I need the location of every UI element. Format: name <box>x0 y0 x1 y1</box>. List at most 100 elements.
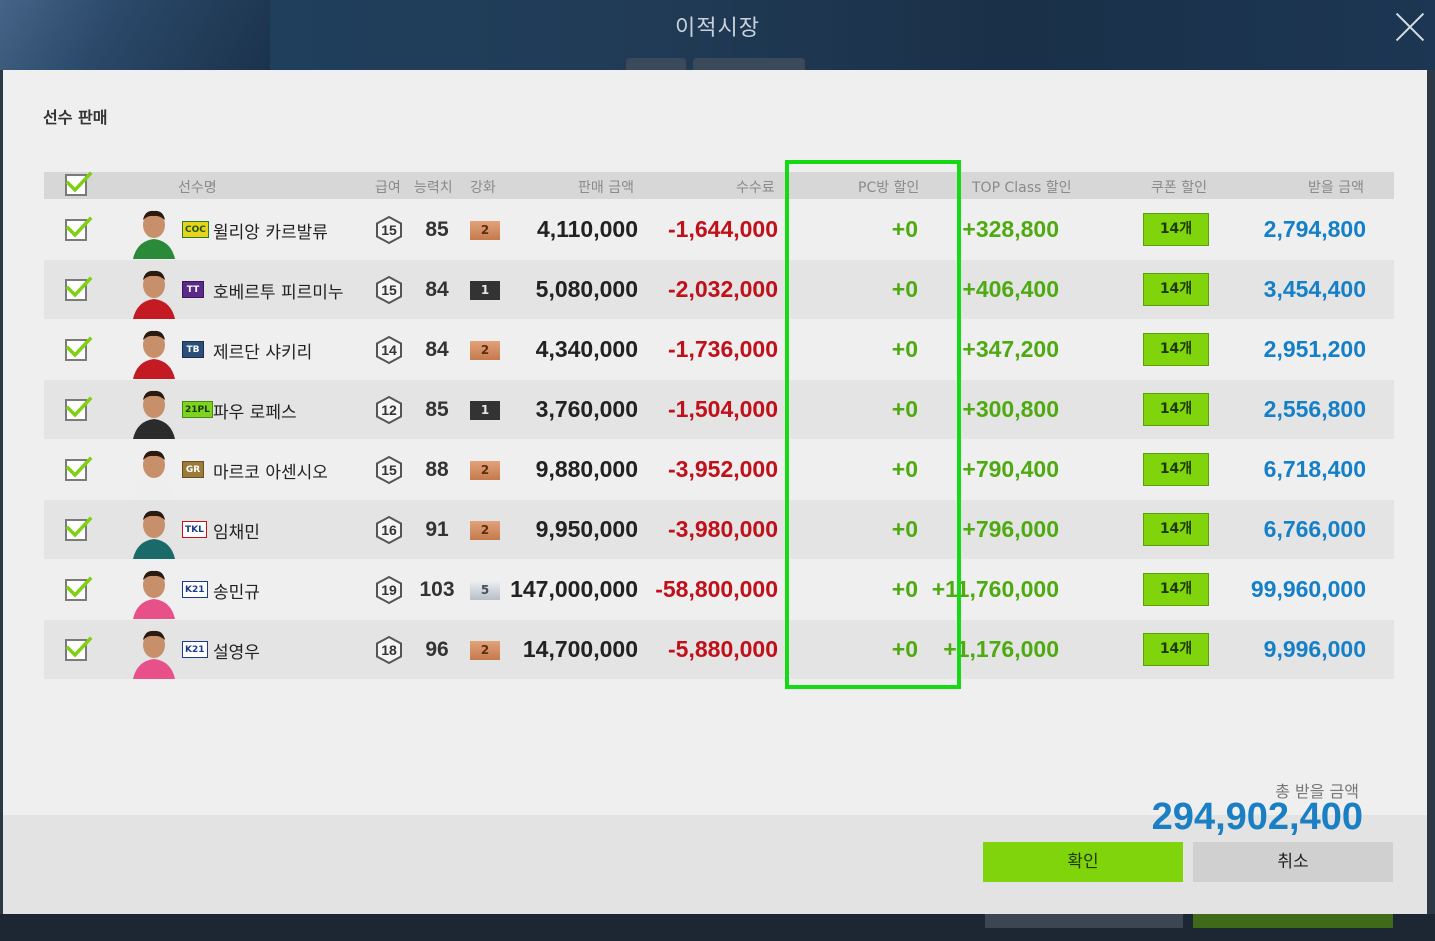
cancel-button[interactable]: 취소 <box>1193 842 1393 882</box>
salary-hex: 15 <box>375 275 403 305</box>
col-ovr: 능력치 <box>414 180 453 196</box>
table-row[interactable]: TT 호베르투 피르미누 15 84 1 5,080,000 -2,032,00… <box>44 260 1394 319</box>
check-icon <box>65 516 93 538</box>
fee-value: -3,980,000 <box>668 516 778 542</box>
fee-value: -5,880,000 <box>668 636 778 662</box>
ovr-value: 91 <box>425 518 449 541</box>
coupon-button[interactable]: 14개 <box>1143 393 1209 426</box>
coupon-button[interactable]: 14개 <box>1143 453 1209 486</box>
receive-value: 9,996,000 <box>1263 636 1366 662</box>
salary-value: 12 <box>381 402 397 418</box>
check-icon <box>65 636 93 658</box>
background-tab <box>693 58 805 70</box>
top-discount-value: +328,800 <box>962 216 1059 242</box>
salary-hex: 15 <box>375 455 403 485</box>
fee-value: -2,032,000 <box>668 276 778 302</box>
row-checkbox[interactable] <box>65 576 93 601</box>
sell-price: 147,000,000 <box>510 576 638 602</box>
ovr-value: 103 <box>419 578 455 601</box>
season-badge: TKL <box>182 521 207 538</box>
salary-hex: 14 <box>375 335 403 365</box>
ovr-value: 96 <box>425 638 449 661</box>
receive-value: 99,960,000 <box>1250 576 1366 602</box>
player-avatar <box>129 325 179 379</box>
row-checkbox[interactable] <box>65 336 93 361</box>
salary-value: 15 <box>381 282 397 298</box>
col-sell-price: 판매 금액 <box>578 180 634 196</box>
salary-hex: 15 <box>375 215 403 245</box>
player-name[interactable]: 윌리앙 카르발류 <box>213 218 328 243</box>
table-row[interactable]: K21 설영우 18 96 2 14,700,000 -5,880,000 +0… <box>44 620 1394 679</box>
salary-value: 16 <box>381 522 397 538</box>
player-name[interactable]: 설영우 <box>213 638 260 663</box>
season-badge: 21PL <box>182 401 213 418</box>
fee-value: -1,644,000 <box>668 216 778 242</box>
table-row[interactable]: GR 마르코 아센시오 15 88 2 9,880,000 -3,952,000… <box>44 440 1394 499</box>
ovr-value: 88 <box>425 458 449 481</box>
player-name[interactable]: 임채민 <box>213 518 260 543</box>
check-icon <box>65 456 93 478</box>
ovr-value: 84 <box>425 338 449 361</box>
row-checkbox[interactable] <box>65 516 93 541</box>
check-icon <box>65 216 93 238</box>
row-checkbox[interactable] <box>65 456 93 481</box>
player-avatar <box>129 505 179 559</box>
coupon-button[interactable]: 14개 <box>1143 333 1209 366</box>
background-button <box>985 914 1183 928</box>
player-name[interactable]: 송민규 <box>213 578 260 603</box>
coupon-button[interactable]: 14개 <box>1143 633 1209 666</box>
sell-price: 4,340,000 <box>535 336 638 362</box>
table-row[interactable]: TB 제르단 샤키리 14 84 2 4,340,000 -1,736,000 … <box>44 320 1394 379</box>
season-badge: TT <box>182 281 204 298</box>
top-discount-value: +796,000 <box>962 516 1059 542</box>
row-checkbox[interactable] <box>65 396 93 421</box>
salary-hex: 18 <box>375 635 403 665</box>
check-icon <box>65 336 93 358</box>
salary-hex: 19 <box>375 575 403 605</box>
player-avatar <box>129 565 179 619</box>
col-coupon-discount: 쿠폰 할인 <box>1151 180 1207 196</box>
enhance-badge: 1 <box>470 281 500 300</box>
row-checkbox[interactable] <box>65 216 93 241</box>
player-avatar <box>129 625 179 679</box>
col-fee: 수수료 <box>736 180 775 196</box>
salary-value: 18 <box>381 642 397 658</box>
coupon-button[interactable]: 14개 <box>1143 513 1209 546</box>
col-top-discount: TOP Class 할인 <box>972 180 1072 196</box>
player-avatar <box>129 205 179 259</box>
confirm-button[interactable]: 확인 <box>983 842 1183 882</box>
table-row[interactable]: COC 윌리앙 카르발류 15 85 2 4,110,000 -1,644,00… <box>44 200 1394 259</box>
enhance-badge: 2 <box>470 221 500 240</box>
salary-hex: 16 <box>375 515 403 545</box>
enhance-badge: 2 <box>470 461 500 480</box>
total-value: 294,902,400 <box>1151 796 1363 838</box>
table-row[interactable]: 21PL 파우 로페스 12 85 1 3,760,000 -1,504,000… <box>44 380 1394 439</box>
row-checkbox[interactable] <box>65 276 93 301</box>
table-row[interactable]: TKL 임채민 16 91 2 9,950,000 -3,980,000 +0 … <box>44 500 1394 559</box>
salary-hex: 12 <box>375 395 403 425</box>
season-badge: GR <box>182 461 204 478</box>
player-name[interactable]: 파우 로페스 <box>213 398 297 423</box>
enhance-badge: 5 <box>470 581 500 600</box>
player-name[interactable]: 마르코 아센시오 <box>213 458 328 483</box>
top-discount-value: +347,200 <box>962 336 1059 362</box>
ovr-value: 85 <box>425 218 449 241</box>
close-icon[interactable] <box>1395 12 1425 42</box>
salary-value: 15 <box>381 462 397 478</box>
player-name[interactable]: 호베르투 피르미누 <box>213 278 344 303</box>
dialog-title: 선수 판매 <box>43 108 108 127</box>
coupon-button[interactable]: 14개 <box>1143 213 1209 246</box>
player-name[interactable]: 제르단 샤키리 <box>213 338 312 363</box>
row-checkbox[interactable] <box>65 636 93 661</box>
salary-value: 15 <box>381 222 397 238</box>
sell-price: 9,880,000 <box>535 456 638 482</box>
coupon-button[interactable]: 14개 <box>1143 273 1209 306</box>
ovr-value: 85 <box>425 398 449 421</box>
table-row[interactable]: K21 송민규 19 103 5 147,000,000 -58,800,000… <box>44 560 1394 619</box>
select-all-checkbox[interactable] <box>65 171 93 196</box>
page-title: 이적시장 <box>675 16 760 41</box>
table-header: 선수명 급여 능력치 강화 판매 금액 수수료 PC방 할인 TOP Class… <box>44 171 1394 199</box>
coupon-button[interactable]: 14개 <box>1143 573 1209 606</box>
fee-value: -1,504,000 <box>668 396 778 422</box>
receive-value: 6,766,000 <box>1263 516 1366 542</box>
